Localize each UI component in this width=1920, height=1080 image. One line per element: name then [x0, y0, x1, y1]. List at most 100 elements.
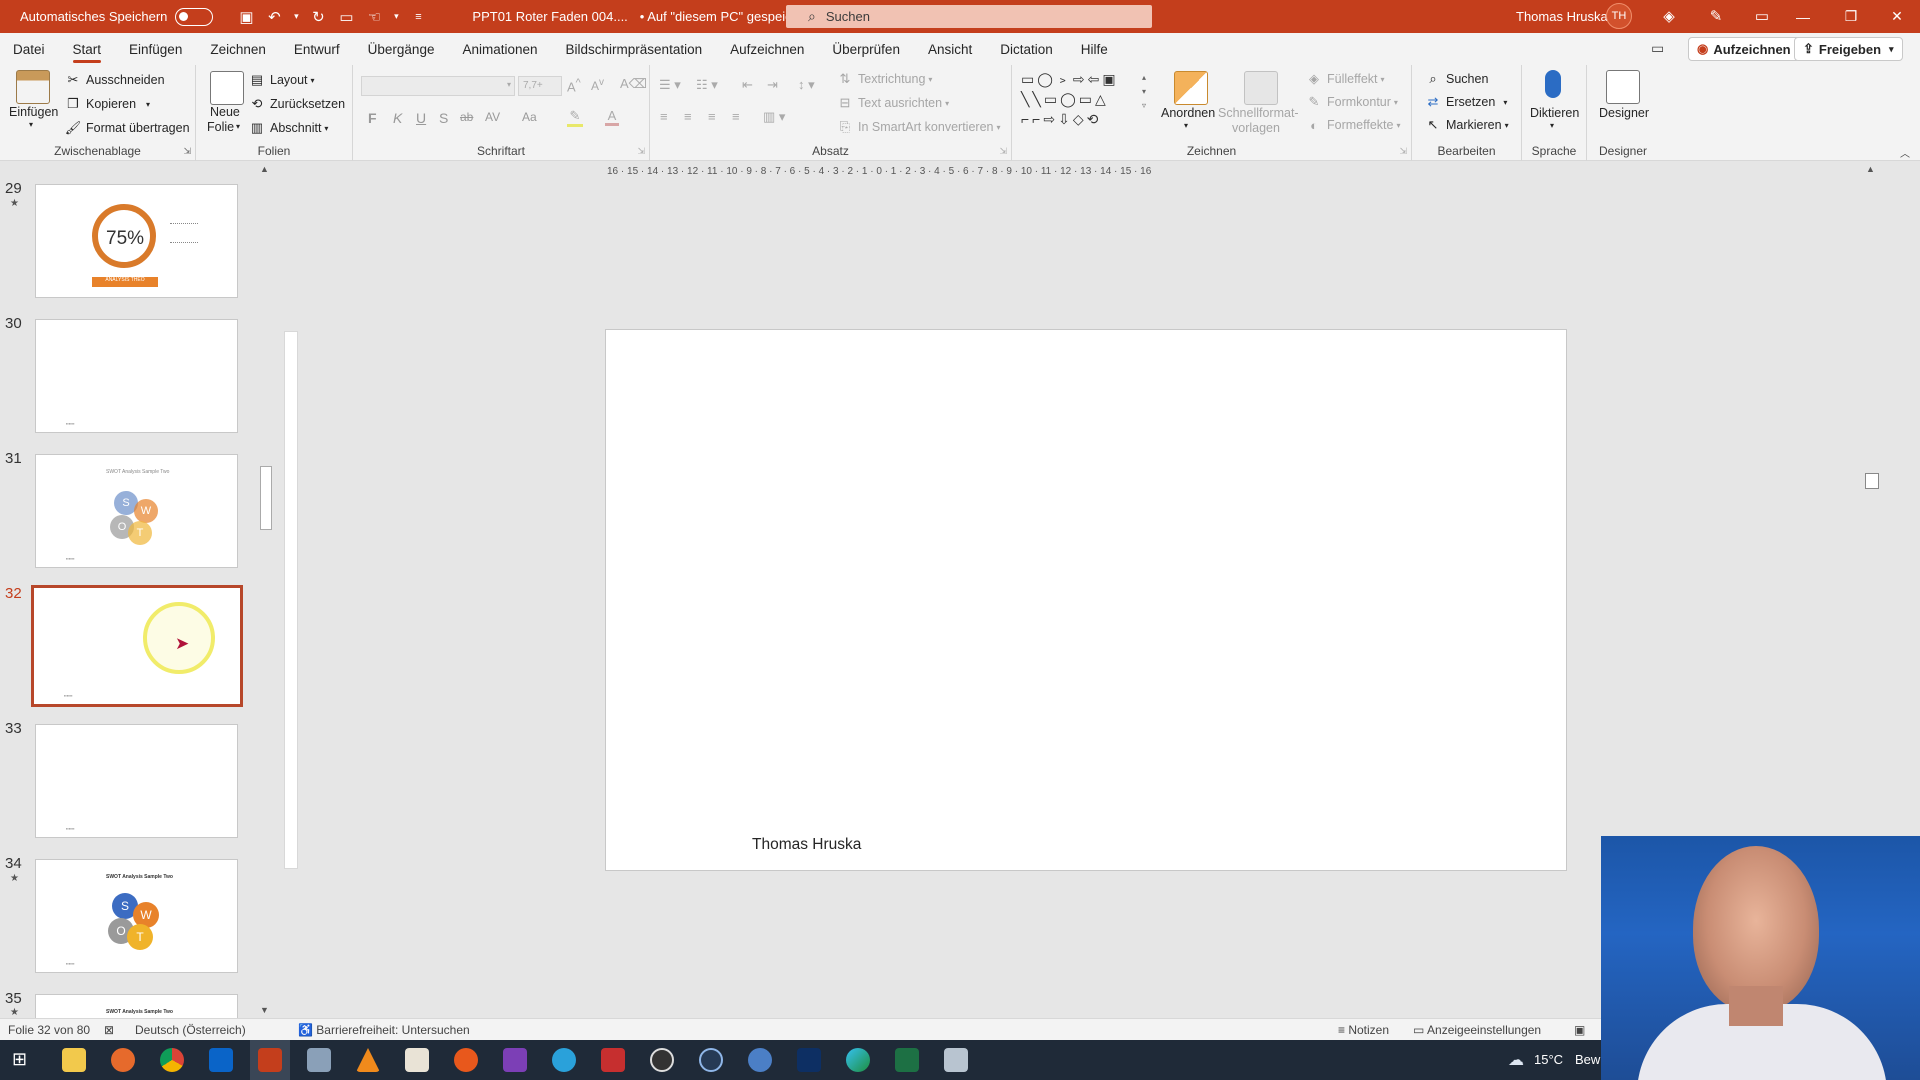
app-icon-12[interactable] [601, 1048, 625, 1072]
new-slide-chevron-icon[interactable]: ▾ [236, 122, 240, 131]
align-right-icon[interactable]: ≡ [708, 109, 716, 124]
notes-button[interactable]: ≡ Notizen [1338, 1023, 1389, 1037]
app-icon-19[interactable] [944, 1048, 968, 1072]
reset-button[interactable]: ⟲ Zurücksetzen [248, 95, 345, 113]
font-size-select[interactable]: 7,7+ [518, 76, 562, 96]
autosave-toggle[interactable] [175, 7, 214, 26]
scroll-down-icon[interactable]: ▼ [260, 1005, 269, 1015]
dictate-button[interactable]: Diktieren [1530, 106, 1579, 120]
app-icon-6[interactable] [307, 1048, 331, 1072]
weather-icon[interactable]: ☁ [1508, 1050, 1524, 1070]
app-icon-14[interactable] [699, 1048, 723, 1072]
editor-scrollbar-thumb[interactable] [1865, 473, 1879, 489]
dictate-chevron-icon[interactable]: ▾ [1550, 121, 1554, 130]
record-button[interactable]: ◉ Aufzeichnen [1688, 37, 1800, 61]
accessibility-button[interactable]: ♿ Barrierefreiheit: Untersuchen [298, 1023, 470, 1037]
tab-datei[interactable]: Datei [0, 33, 59, 65]
tab-entwurf[interactable]: Entwurf [280, 33, 354, 65]
obs-icon[interactable] [650, 1048, 674, 1072]
new-slide-button[interactable]: Neue [210, 105, 240, 119]
powerpoint-icon[interactable] [258, 1048, 282, 1072]
firefox-icon[interactable] [111, 1048, 135, 1072]
save-icon[interactable]: ▣ [235, 6, 257, 28]
minimize-icon[interactable]: — [1780, 0, 1826, 33]
designer-button[interactable]: Designer [1599, 106, 1649, 120]
slide-thumbnail-29[interactable]: 75% ANALYSIS THEO [35, 184, 238, 298]
tab-animationen[interactable]: Animationen [448, 33, 551, 65]
align-center-icon[interactable]: ≡ [684, 109, 692, 124]
bold-button[interactable]: F [368, 110, 377, 126]
designer-icon[interactable] [1606, 70, 1640, 104]
file-explorer-icon[interactable] [62, 1048, 86, 1072]
search-input[interactable]: ⌕ Suchen [786, 5, 1152, 28]
slide-thumbnail-32[interactable]: ➤ ▪▪▪▪▪▪ [31, 585, 243, 707]
cut-button[interactable]: ✂ Ausschneiden [64, 71, 165, 89]
font-color-icon[interactable]: A [605, 108, 619, 126]
decrease-indent-icon[interactable]: ⇤ [742, 77, 753, 93]
font-family-select[interactable]: ▾ [361, 76, 515, 96]
italic-button[interactable]: K [393, 110, 402, 126]
justify-icon[interactable]: ≡ [732, 109, 740, 124]
format-painter-button[interactable]: 🖌 Format übertragen [64, 119, 190, 137]
replace-button[interactable]: ⇄ Ersetzen ▾ [1424, 93, 1508, 111]
new-slide-button-2[interactable]: Folie [207, 120, 234, 134]
paragraph-launcher-icon[interactable]: ⇲ [999, 146, 1007, 157]
text-direction-button[interactable]: ⇅ Textrichtung ▾ [836, 70, 933, 88]
paste-icon[interactable] [16, 70, 50, 104]
arrange-chevron-icon[interactable]: ▾ [1184, 121, 1188, 130]
document-title[interactable]: PPT01 Roter Faden 004.... [472, 9, 627, 24]
restore-icon[interactable]: ❐ [1828, 0, 1874, 33]
present-icon[interactable]: ▭ [335, 6, 357, 28]
columns-icon[interactable]: ▥ ▾ [763, 109, 785, 125]
pen-icon[interactable]: ✎ [1705, 5, 1727, 27]
clear-format-icon[interactable]: A⌫ [620, 76, 647, 92]
smartart-button[interactable]: ⎘ In SmartArt konvertieren ▾ [836, 118, 1001, 136]
quick-styles-button[interactable]: Schnellformat- [1218, 106, 1299, 120]
horizontal-ruler[interactable]: 16 · 15 · 14 · 13 · 12 · 11 · 10 · 9 · 8… [607, 166, 1564, 178]
display-settings-button[interactable]: ▭ Anzeigeeinstellungen [1413, 1023, 1541, 1037]
onenote-icon[interactable] [503, 1048, 527, 1072]
effects-button[interactable]: ◐ Formeffekte ▾ [1305, 116, 1400, 134]
drawing-launcher-icon[interactable]: ⇲ [1399, 146, 1407, 157]
app-icon-9[interactable] [454, 1048, 478, 1072]
app-icon-8[interactable] [405, 1048, 429, 1072]
vertical-ruler[interactable] [284, 331, 298, 869]
weather-text[interactable]: Bew [1575, 1052, 1600, 1067]
line-spacing-icon[interactable]: ↕ ▾ [798, 77, 815, 93]
share-button[interactable]: ⇪ Freigeben ▾ [1794, 37, 1903, 61]
comments-icon[interactable]: ▭ [1651, 40, 1664, 57]
tab-bildschirmpraesentation[interactable]: Bildschirmpräsentation [552, 33, 717, 65]
spacing-button[interactable]: AV [485, 110, 500, 124]
slide-thumbnail-30[interactable]: ▪▪▪▪▪▪ [35, 319, 238, 433]
new-slide-icon[interactable] [210, 71, 244, 105]
thumbnail-scrollbar-thumb[interactable] [260, 466, 272, 530]
qat-dropdown-icon[interactable]: ▾ [391, 6, 401, 28]
shrink-font-icon[interactable]: Av [591, 77, 604, 93]
tab-dictation[interactable]: Dictation [986, 33, 1067, 65]
customize-qat-icon[interactable]: ≡ [407, 6, 429, 28]
shadow-button[interactable]: S [439, 110, 448, 126]
edge-icon[interactable] [846, 1048, 870, 1072]
touch-mode-icon[interactable]: ☜ [363, 6, 385, 28]
shapes-gallery[interactable]: ▭◯﹥⇨⇦▣ ╲╲▭◯▭△ ⌐⌐⇨⇩◇⟲ [1021, 69, 1152, 133]
tab-zeichnen[interactable]: Zeichnen [196, 33, 280, 65]
highlight-icon[interactable]: ✎ [567, 108, 583, 127]
select-button[interactable]: ↖ Markieren ▾ [1424, 116, 1509, 134]
language[interactable]: Deutsch (Österreich) [135, 1023, 246, 1037]
tab-uebergaenge[interactable]: Übergänge [354, 33, 449, 65]
fill-button[interactable]: ◈ Fülleffekt ▾ [1305, 70, 1385, 88]
ribbon-display-icon[interactable]: ▭ [1751, 5, 1773, 27]
scroll-up-icon[interactable]: ▲ [260, 164, 269, 174]
close-icon[interactable]: ✕ [1874, 0, 1920, 33]
avatar[interactable]: TH [1606, 3, 1632, 29]
grow-font-icon[interactable]: A^ [567, 77, 581, 94]
underline-button[interactable]: U [416, 110, 426, 126]
section-button[interactable]: ▥ Abschnitt ▾ [248, 119, 329, 137]
diamond-icon[interactable]: ◈ [1658, 5, 1680, 27]
excel-icon[interactable] [895, 1048, 919, 1072]
windows-start-icon[interactable]: ⊞ [12, 1049, 27, 1070]
tab-start[interactable]: Start [59, 33, 116, 65]
user-name[interactable]: Thomas Hruska [1516, 9, 1608, 24]
shapes-scroll-icon[interactable]: ▴ ▾ ▿ [1142, 71, 1146, 113]
slide-thumbnail-31[interactable]: SWOT Analysis Sample Two S W O T ▪▪▪▪▪▪ [35, 454, 238, 568]
